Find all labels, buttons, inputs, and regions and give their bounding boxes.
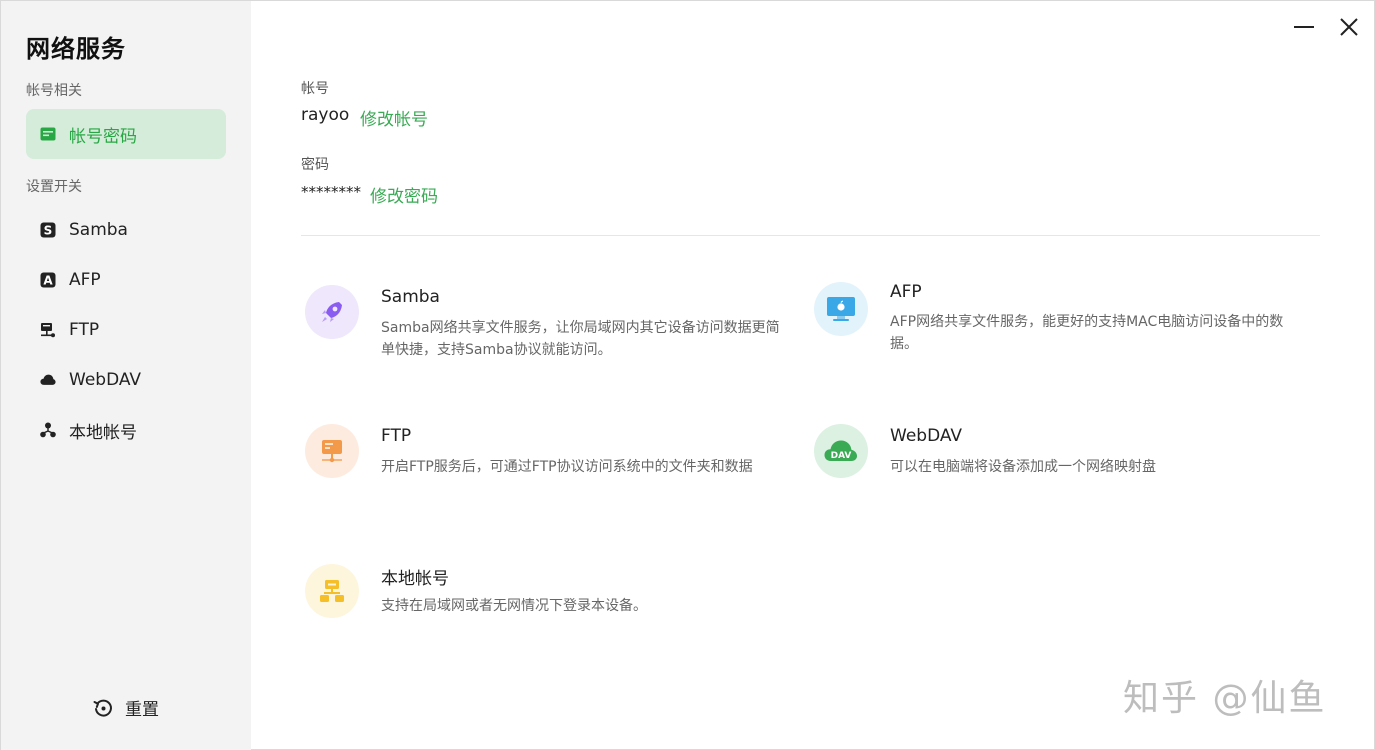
ftp-server-icon — [305, 424, 359, 478]
service-desc: AFP网络共享文件服务，能更好的支持MAC电脑访问设备中的数据。 — [890, 314, 1284, 352]
service-desc: 支持在局域网或者无网情况下登录本设备。 — [381, 598, 647, 614]
rocket-icon — [305, 285, 359, 339]
service-title: WebDAV — [890, 426, 963, 446]
sidebar-item-samba[interactable]: S Samba — [26, 205, 226, 255]
password-label: 密码 — [301, 157, 329, 173]
local-account-icon — [40, 422, 56, 438]
sidebar-item-label: FTP — [69, 320, 100, 340]
username-label: 帐号 — [301, 81, 329, 97]
svg-text:A: A — [43, 274, 53, 288]
cloud-icon — [40, 372, 56, 388]
service-title: Samba — [381, 287, 440, 307]
svg-text:S: S — [44, 224, 53, 238]
group-label-settings: 设置开关 — [26, 179, 82, 195]
sidebar-item-afp[interactable]: A AFP — [26, 255, 226, 305]
sidebar-item-label: 帐号密码 — [69, 126, 137, 147]
sidebar-item-label: 本地帐号 — [69, 422, 137, 443]
change-password-link[interactable]: 修改密码 — [370, 182, 438, 207]
service-desc: Samba网络共享文件服务，让你局域网内其它设备访问数据更简单快捷，支持Samb… — [381, 320, 780, 358]
minimize-icon — [1294, 26, 1314, 28]
sidebar: 网络服务 帐号相关 帐号密码 设置开关 S Samba A AFP FTP We… — [1, 1, 251, 750]
service-title: FTP — [381, 426, 412, 446]
service-desc: 开启FTP服务后，可通过FTP协议访问系统中的文件夹和数据 — [381, 459, 753, 475]
password-value: ******** — [301, 183, 361, 201]
service-title: AFP — [890, 282, 922, 302]
sidebar-item-label: Samba — [69, 220, 128, 240]
reset-icon — [93, 698, 113, 718]
sidebar-item-label: WebDAV — [69, 370, 142, 390]
sidebar-item-label: AFP — [69, 270, 101, 290]
service-title: 本地帐号 — [381, 569, 449, 589]
group-label-account: 帐号相关 — [26, 83, 82, 99]
local-network-icon — [305, 564, 359, 618]
username-value: rayoo — [301, 105, 350, 125]
ftp-icon — [40, 322, 56, 338]
dav-cloud-icon: DAV — [814, 424, 868, 478]
sidebar-item-webdav[interactable]: WebDAV — [26, 355, 226, 405]
samba-icon: S — [40, 222, 56, 238]
sidebar-item-ftp[interactable]: FTP — [26, 305, 226, 355]
afp-icon: A — [40, 272, 56, 288]
service-desc: 可以在电脑端将设备添加成一个网络映射盘 — [890, 459, 1156, 475]
close-button[interactable] — [1337, 15, 1361, 39]
sidebar-item-account-password[interactable]: 帐号密码 — [26, 109, 226, 159]
watermark: 知乎 @仙鱼 — [1123, 678, 1327, 719]
reset-button[interactable]: 重置 — [93, 695, 159, 720]
svg-text:DAV: DAV — [831, 451, 852, 461]
minimize-button[interactable] — [1292, 15, 1316, 39]
reset-label: 重置 — [125, 700, 159, 720]
app-title: 网络服务 — [26, 35, 126, 63]
sidebar-item-local-account[interactable]: 本地帐号 — [26, 405, 226, 455]
app-window: 网络服务 帐号相关 帐号密码 设置开关 S Samba A AFP FTP We… — [0, 0, 1375, 750]
divider — [301, 235, 1320, 236]
close-icon — [1340, 18, 1358, 36]
apple-monitor-icon — [814, 282, 868, 336]
change-username-link[interactable]: 修改帐号 — [360, 105, 428, 130]
account-card-icon — [40, 126, 56, 142]
